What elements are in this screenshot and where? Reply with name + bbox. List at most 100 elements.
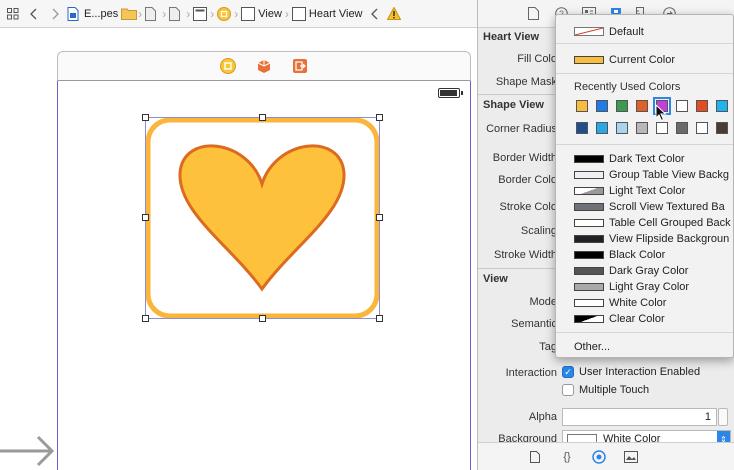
- menu-item-named-color[interactable]: Table Cell Grouped Back: [574, 215, 731, 230]
- resize-handle-top[interactable]: [259, 114, 266, 121]
- fill-color-label: Fill Colo: [517, 53, 557, 65]
- breadcrumb-chevron-icon: ›: [138, 6, 143, 21]
- menu-item-other[interactable]: Other...: [574, 339, 610, 354]
- breadcrumb-heart-view[interactable]: Heart View: [309, 8, 363, 20]
- menu-item-label: Light Gray Color: [609, 280, 690, 293]
- current-color-swatch: [574, 55, 604, 64]
- menu-item-label: Table Cell Grouped Back: [609, 216, 731, 229]
- object-library-icon[interactable]: [592, 449, 606, 464]
- user-interaction-checkbox[interactable]: ✓: [562, 366, 574, 378]
- menu-item-named-color[interactable]: Light Gray Color: [574, 279, 689, 294]
- recent-color-swatch[interactable]: [676, 122, 688, 134]
- issue-back-chevron-icon[interactable]: [366, 5, 384, 23]
- menu-separator: [556, 73, 733, 74]
- menu-item-named-color[interactable]: Scroll View Textured Ba: [574, 199, 725, 214]
- user-interaction-checkbox-row[interactable]: ✓ User Interaction Enabled: [562, 366, 700, 378]
- menu-item-named-color[interactable]: Black Color: [574, 247, 665, 262]
- menu-item-named-color[interactable]: Group Table View Backg: [574, 167, 729, 182]
- scene-icon[interactable]: [193, 6, 208, 21]
- view-controller-icon[interactable]: [220, 58, 236, 74]
- back-chevron-icon[interactable]: [25, 5, 43, 23]
- recent-colors-heading: Recently Used Colors: [574, 81, 681, 93]
- storyboard-file-icon[interactable]: [145, 6, 159, 21]
- view-icon[interactable]: [241, 6, 256, 21]
- menu-item-current-color[interactable]: Current Color: [574, 52, 675, 67]
- menu-item-named-color[interactable]: View Flipside Backgroun: [574, 231, 729, 246]
- color-picker-menu[interactable]: Default Current Color Recently Used Colo…: [555, 14, 734, 358]
- recent-color-swatch[interactable]: [616, 100, 628, 112]
- menu-item-named-color[interactable]: Dark Text Color: [574, 151, 685, 166]
- named-color-swatch: [574, 154, 604, 163]
- multiple-touch-label: Multiple Touch: [579, 384, 650, 396]
- code-snippet-icon[interactable]: {}: [560, 450, 574, 464]
- menu-item-named-color[interactable]: Light Text Color: [574, 183, 685, 198]
- battery-icon: [438, 88, 460, 98]
- recent-color-swatch[interactable]: [716, 122, 728, 134]
- related-items-icon[interactable]: [4, 5, 22, 23]
- folder-icon[interactable]: [121, 7, 138, 21]
- menu-separator: [556, 43, 733, 44]
- resize-handle-right[interactable]: [376, 214, 383, 221]
- exit-icon[interactable]: [292, 58, 308, 74]
- warning-icon[interactable]: [386, 5, 401, 21]
- menu-item-named-color[interactable]: Dark Gray Color: [574, 263, 688, 278]
- menu-item-default[interactable]: Default: [574, 24, 644, 39]
- recent-color-swatch[interactable]: [636, 122, 648, 134]
- menu-item-named-color[interactable]: Clear Color: [574, 311, 665, 326]
- view-controller-icon[interactable]: [217, 6, 232, 21]
- resize-handle-bottom-left[interactable]: [142, 315, 149, 322]
- initial-view-controller-arrow-icon[interactable]: [0, 434, 56, 468]
- user-interaction-label: User Interaction Enabled: [579, 366, 701, 378]
- menu-item-label: Dark Text Color: [609, 152, 685, 165]
- multiple-touch-checkbox[interactable]: [562, 384, 574, 396]
- resize-handle-bottom-right[interactable]: [376, 315, 383, 322]
- file-template-icon[interactable]: [528, 450, 542, 464]
- named-color-swatch: [574, 218, 604, 227]
- forward-chevron-icon[interactable]: [46, 5, 64, 23]
- recent-color-swatch[interactable]: [636, 100, 648, 112]
- storyboard-base-icon[interactable]: [169, 6, 183, 21]
- recent-color-swatch[interactable]: [716, 100, 728, 112]
- recent-color-swatch[interactable]: [676, 100, 688, 112]
- heart-view[interactable]: [142, 114, 383, 322]
- breadcrumb-project[interactable]: E...pes: [84, 8, 118, 20]
- recent-color-swatch[interactable]: [596, 122, 608, 134]
- multiple-touch-checkbox-row[interactable]: Multiple Touch: [562, 384, 649, 396]
- menu-item-label: Current Color: [609, 53, 676, 66]
- recent-color-swatch[interactable]: [696, 100, 708, 112]
- alpha-stepper[interactable]: [718, 408, 728, 426]
- menu-separator: [556, 332, 733, 333]
- resize-handle-top-left[interactable]: [142, 114, 149, 121]
- recent-color-swatch[interactable]: [596, 100, 608, 112]
- named-color-swatch: [574, 234, 604, 243]
- alpha-value: 1: [704, 411, 711, 423]
- named-color-swatch: [574, 298, 604, 307]
- mode-label: Mode: [529, 296, 557, 308]
- breadcrumb-view[interactable]: View: [258, 8, 282, 20]
- corner-radius-label: Corner Radius: [486, 123, 557, 135]
- recent-color-swatch[interactable]: [576, 122, 588, 134]
- resize-handle-left[interactable]: [142, 214, 149, 221]
- scaling-label: Scaling: [520, 225, 557, 237]
- first-responder-icon[interactable]: [256, 58, 272, 74]
- file-inspector-icon[interactable]: [528, 7, 541, 20]
- recent-color-swatch[interactable]: [656, 122, 668, 134]
- menu-separator: [556, 144, 733, 145]
- alpha-field[interactable]: 1: [562, 408, 717, 426]
- named-color-swatch: [574, 202, 604, 211]
- resize-handle-top-right[interactable]: [376, 114, 383, 121]
- shape-mask-label: Shape Mask: [495, 76, 557, 88]
- resize-handle-bottom[interactable]: [259, 315, 266, 322]
- media-library-icon[interactable]: [624, 450, 638, 464]
- named-color-swatch: [574, 170, 604, 179]
- breadcrumb-chevron-icon: ›: [162, 6, 167, 21]
- storyboard-canvas[interactable]: [0, 29, 477, 470]
- menu-item-named-color[interactable]: White Color: [574, 295, 666, 310]
- recent-color-swatch[interactable]: [576, 100, 588, 112]
- heart-view-icon[interactable]: [291, 6, 306, 21]
- border-width-label: Border Width: [492, 152, 557, 164]
- recent-color-swatch[interactable]: [696, 122, 708, 134]
- named-color-swatch: [574, 266, 604, 275]
- menu-item-label: Scroll View Textured Ba: [609, 200, 725, 213]
- recent-color-swatch[interactable]: [616, 122, 628, 134]
